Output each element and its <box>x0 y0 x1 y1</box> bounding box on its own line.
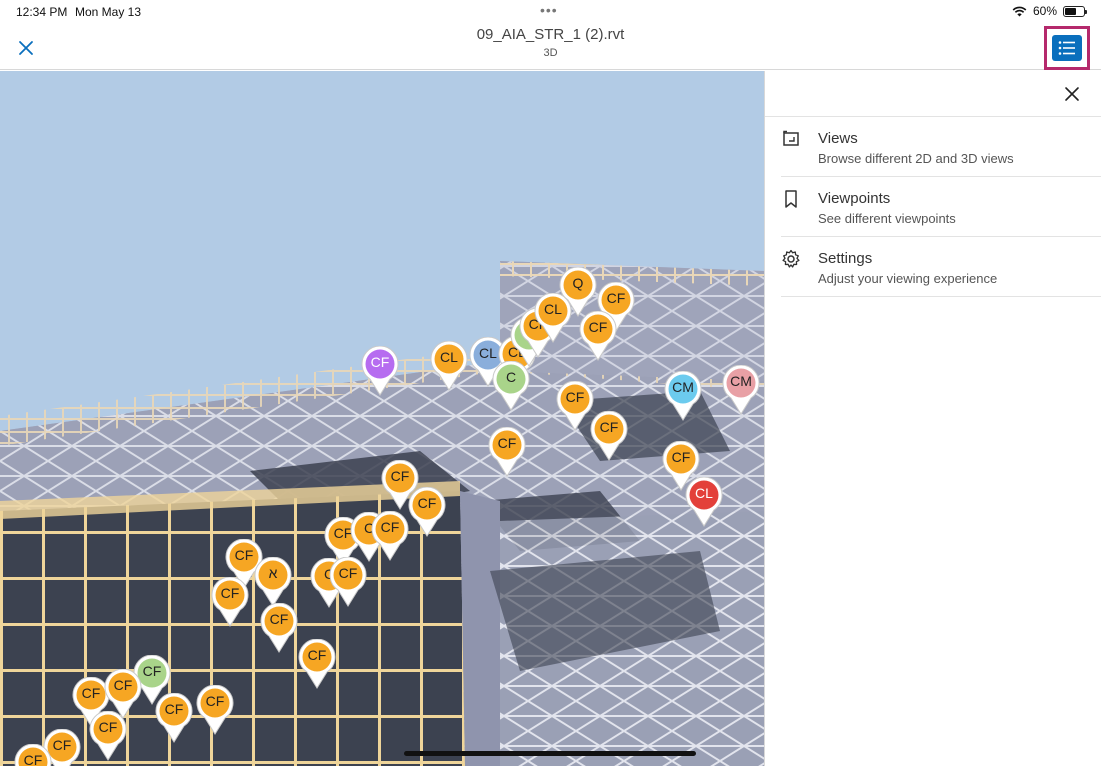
issue-pin-label: Q <box>572 275 584 291</box>
battery-percent: 60% <box>1032 4 1057 18</box>
issue-pin-label: CF <box>23 752 43 766</box>
issue-pin-label: CF <box>164 701 184 717</box>
issue-pin[interactable]: א <box>254 557 292 607</box>
issue-pin-label: CF <box>599 419 619 435</box>
issue-pin[interactable]: CM <box>722 365 760 415</box>
issue-pin-label: CF <box>113 677 133 693</box>
wifi-icon <box>1012 6 1027 16</box>
issue-pin[interactable]: CL <box>430 341 468 391</box>
issue-pin-label: CM <box>672 379 694 395</box>
issue-pin-label: א <box>268 565 278 581</box>
issue-pin[interactable]: CF <box>488 427 526 477</box>
issue-pin[interactable]: CF <box>361 346 399 396</box>
issue-pin[interactable]: CF <box>89 711 127 761</box>
issue-pin[interactable]: CF <box>196 685 234 735</box>
issue-pin-label: CF <box>205 693 225 709</box>
status-time: 12:34 PM <box>16 5 68 19</box>
header-bar: 09_AIA_STR_1 (2).rvt 3D <box>0 24 1101 70</box>
side-panel: Views Browse different 2D and 3D views V… <box>764 71 1101 766</box>
issue-pin[interactable]: CF <box>329 557 367 607</box>
issue-pin-label: CL <box>695 485 713 501</box>
issue-pin[interactable]: CF <box>298 639 336 689</box>
battery-icon <box>1063 5 1087 17</box>
panel-item-description: See different viewpoints <box>818 211 956 226</box>
issue-pin-label: CF <box>307 647 327 663</box>
issue-pin-label: CF <box>269 611 289 627</box>
panel-item-views[interactable]: Views Browse different 2D and 3D views <box>781 117 1101 177</box>
panel-item-label: Viewpoints <box>818 190 891 207</box>
issue-pin[interactable]: CF <box>556 381 594 431</box>
list-button-highlight <box>1044 26 1090 70</box>
gear-icon <box>782 249 800 268</box>
home-indicator[interactable] <box>404 751 696 756</box>
issue-pin-label: CF <box>380 519 400 535</box>
title-block: 09_AIA_STR_1 (2).rvt 3D <box>0 26 1101 59</box>
status-right: 60% <box>1012 4 1087 18</box>
panel-header <box>765 71 1101 117</box>
close-icon[interactable] <box>1063 85 1081 103</box>
issue-pin-label: CF <box>370 354 390 370</box>
panel-item-label: Views <box>818 130 858 147</box>
issue-pin[interactable]: CF <box>579 311 617 361</box>
issue-pin-label: CF <box>606 290 626 306</box>
list-button[interactable] <box>1052 35 1082 61</box>
model-viewport[interactable]: CFCLCLCLCCCFCLQCFCFCMCMCFCFCFCFCLCFCFCFC… <box>0 71 764 766</box>
issue-pin[interactable]: CL <box>685 477 723 527</box>
panel-item-settings[interactable]: Settings Adjust your viewing experience <box>781 237 1101 297</box>
issue-pin-label: C <box>505 369 517 385</box>
building-model[interactable] <box>0 71 764 766</box>
battery-level <box>1065 7 1076 15</box>
issue-pin-label: CF <box>338 565 358 581</box>
issue-pin[interactable]: Q <box>559 267 597 317</box>
issue-pin-label: CF <box>671 449 691 465</box>
panel-item-label: Settings <box>818 250 873 267</box>
file-title: 09_AIA_STR_1 (2).rvt <box>476 26 625 43</box>
issue-pin[interactable]: CF <box>155 693 193 743</box>
bookmark-icon <box>785 190 797 208</box>
issue-pin-label: CF <box>417 495 437 511</box>
issue-pin-label: CM <box>730 373 752 389</box>
issue-pin-label: CL <box>440 349 458 365</box>
list-icon <box>1058 41 1075 55</box>
issue-pin[interactable]: CF <box>211 577 249 627</box>
issue-pin-label: CF <box>390 468 410 484</box>
issue-pin[interactable]: CF <box>408 487 446 537</box>
issue-pin[interactable]: CF <box>14 744 52 766</box>
view-subtitle: 3D <box>543 47 558 59</box>
status-date: Mon May 13 <box>75 5 142 19</box>
views-icon <box>783 130 799 146</box>
panel-item-description: Browse different 2D and 3D views <box>818 151 1014 166</box>
issue-pin[interactable]: CF <box>260 603 298 653</box>
issue-pin[interactable]: CF <box>590 411 628 461</box>
issue-pin[interactable]: CM <box>664 371 702 421</box>
issue-pin-label: CF <box>497 435 517 451</box>
multitask-dots[interactable]: ••• <box>540 2 558 18</box>
issue-pin[interactable]: CF <box>371 511 409 561</box>
issue-pin-label: CF <box>588 319 608 335</box>
issue-pin[interactable]: C <box>492 361 530 411</box>
panel-item-description: Adjust your viewing experience <box>818 271 998 286</box>
issue-pin-label: CF <box>565 389 585 405</box>
panel-item-viewpoints[interactable]: Viewpoints See different viewpoints <box>781 177 1101 237</box>
issue-pin-label: CF <box>220 585 240 601</box>
issue-pin-label: CF <box>98 719 118 735</box>
status-bar: 12:34 PM Mon May 13 ••• 60% <box>0 0 1101 24</box>
